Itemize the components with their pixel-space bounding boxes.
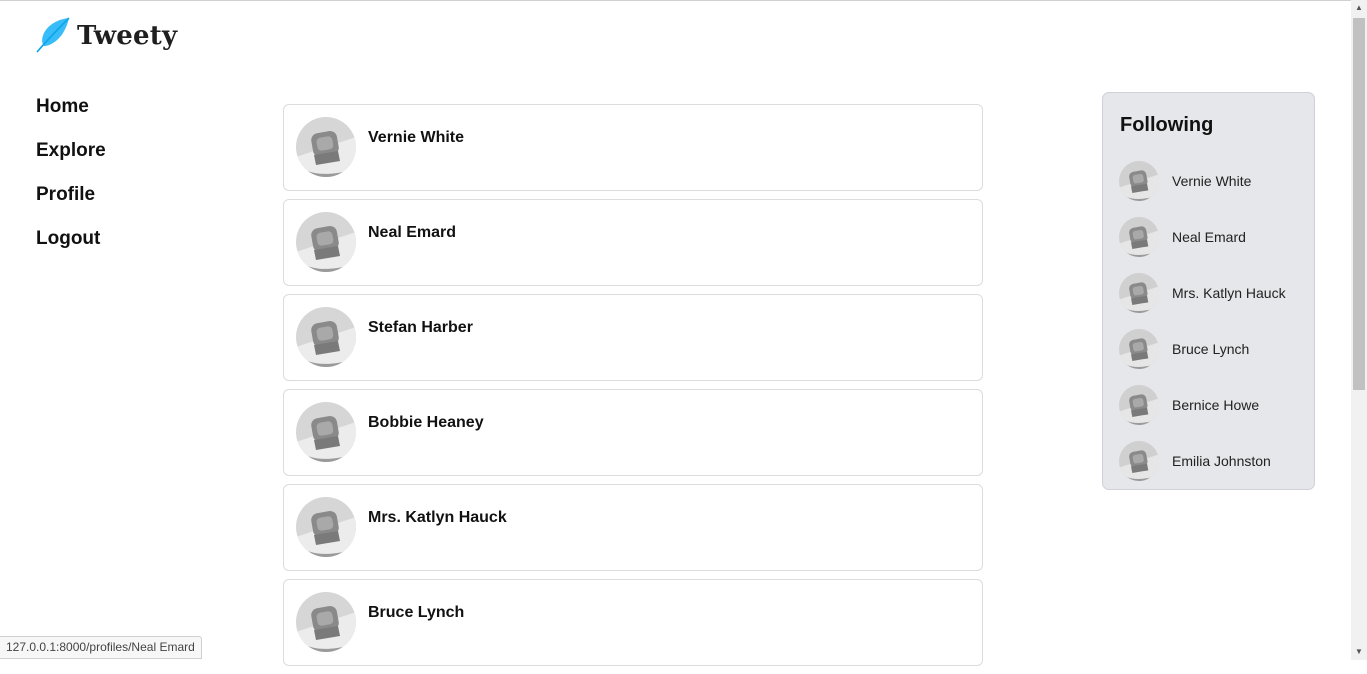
following-item[interactable]: Bernice Howe: [1119, 377, 1286, 433]
profile-list: Vernie White Neal Emard Stefan Harber Bo…: [283, 104, 983, 674]
avatar: [1119, 161, 1159, 201]
avatar: [296, 307, 356, 367]
nav-logout[interactable]: Logout: [36, 226, 106, 270]
avatar: [296, 402, 356, 462]
profile-name: Bruce Lynch: [368, 604, 464, 622]
profile-card[interactable]: Vernie White: [283, 104, 983, 191]
profile-name: Mrs. Katlyn Hauck: [368, 509, 507, 527]
window-top-border: [0, 0, 1351, 1]
following-name: Emilia Johnston: [1172, 453, 1271, 469]
brand-name: Tweety: [77, 21, 177, 51]
avatar: [296, 592, 356, 652]
profile-card[interactable]: Mrs. Katlyn Hauck: [283, 484, 983, 571]
following-panel: Following Vernie White Neal Emard Mrs. K…: [1102, 92, 1315, 490]
profile-name: Bobbie Heaney: [368, 414, 484, 432]
following-item[interactable]: Emilia Johnston: [1119, 433, 1286, 489]
scroll-down-arrow-icon[interactable]: ▼: [1351, 644, 1367, 660]
nav-explore[interactable]: Explore: [36, 138, 106, 182]
following-name: Bruce Lynch: [1172, 341, 1249, 357]
avatar: [296, 117, 356, 177]
following-name: Bernice Howe: [1172, 397, 1259, 413]
profile-card[interactable]: Stefan Harber: [283, 294, 983, 381]
following-item[interactable]: Neal Emard: [1119, 209, 1286, 265]
profile-name: Neal Emard: [368, 224, 456, 242]
nav-home[interactable]: Home: [36, 94, 106, 138]
profile-name: Vernie White: [368, 129, 464, 147]
scroll-thumb[interactable]: [1353, 18, 1365, 390]
following-item[interactable]: Vernie White: [1119, 153, 1286, 209]
profile-card[interactable]: Bruce Lynch: [283, 579, 983, 666]
following-item[interactable]: Mrs. Katlyn Hauck: [1119, 265, 1286, 321]
scroll-up-arrow-icon[interactable]: ▲: [1351, 0, 1367, 16]
following-list: Vernie White Neal Emard Mrs. Katlyn Hauc…: [1119, 153, 1286, 489]
feather-icon: [36, 17, 70, 53]
following-name: Neal Emard: [1172, 229, 1246, 245]
link-status-bar: 127.0.0.1:8000/profiles/Neal Emard: [0, 636, 202, 659]
avatar: [1119, 441, 1159, 481]
profile-card[interactable]: Neal Emard: [283, 199, 983, 286]
profile-card[interactable]: Bobbie Heaney: [283, 389, 983, 476]
avatar: [1119, 217, 1159, 257]
avatar: [1119, 329, 1159, 369]
avatar: [1119, 385, 1159, 425]
nav-profile[interactable]: Profile: [36, 182, 106, 226]
following-name: Vernie White: [1172, 173, 1251, 189]
avatar: [296, 497, 356, 557]
brand-logo[interactable]: Tweety: [36, 17, 177, 53]
profile-name: Stefan Harber: [368, 319, 473, 337]
main-nav: Home Explore Profile Logout: [36, 94, 106, 270]
avatar: [296, 212, 356, 272]
following-name: Mrs. Katlyn Hauck: [1172, 285, 1286, 301]
page-scrollbar[interactable]: ▲ ▼: [1351, 0, 1367, 660]
following-item[interactable]: Bruce Lynch: [1119, 321, 1286, 377]
avatar: [1119, 273, 1159, 313]
following-title: Following: [1120, 114, 1213, 137]
